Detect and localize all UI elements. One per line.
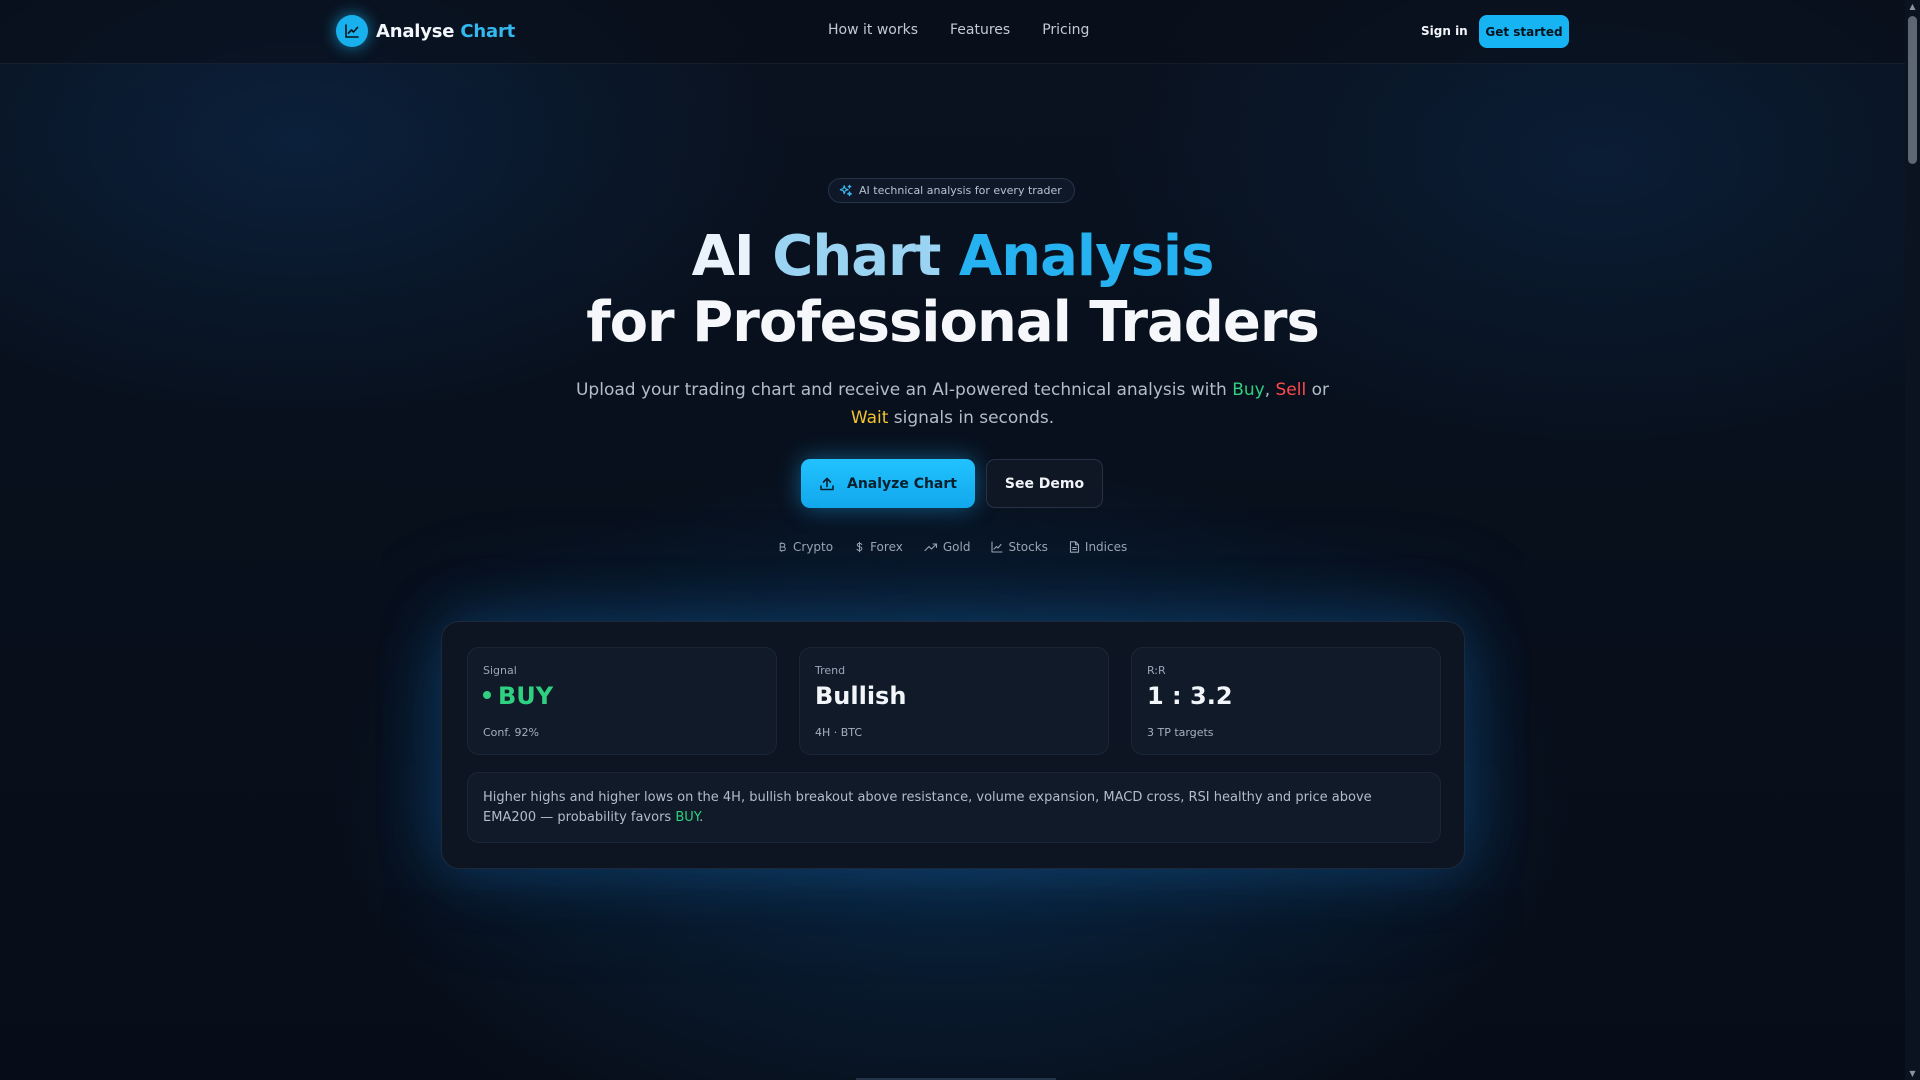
- hero-title-line2: for Professional Traders: [586, 290, 1320, 355]
- top-nav: Analyse Chart How it works Features Pric…: [0, 0, 1905, 64]
- analyze-chart-button[interactable]: Analyze Chart: [801, 459, 975, 508]
- nav-links: How it works Features Pricing: [828, 22, 1089, 38]
- nav-link-pricing[interactable]: Pricing: [1042, 22, 1089, 38]
- market-item-stocks: Stocks: [991, 540, 1048, 554]
- risk-reward-value: 1 : 3.2: [1147, 682, 1233, 710]
- chart-line-icon: [336, 15, 368, 47]
- trend-label: Trend: [815, 664, 846, 677]
- signal-tile: Signal BUY Conf. 92%: [467, 647, 777, 755]
- see-demo-label: See Demo: [1004, 475, 1085, 492]
- hero-title-line1: AI Chart Analysis: [691, 224, 1215, 289]
- analyze-chart-label: Analyze Chart: [847, 475, 957, 492]
- market-item-gold: Gold: [924, 540, 970, 554]
- hero-subtitle: Upload your trading chart and receive an…: [575, 380, 1329, 428]
- sparkles-icon: [839, 184, 852, 196]
- risk-reward-meta: 3 TP targets: [1147, 726, 1214, 739]
- nav-link-features[interactable]: Features: [950, 22, 1010, 38]
- scroll-up-arrow-icon[interactable]: ▲: [1908, 2, 1917, 11]
- chart-line-icon: [991, 541, 1003, 553]
- market-list: Crypto Forex Gold Stocks Indices: [777, 540, 1127, 554]
- signal-value: BUY: [483, 682, 553, 710]
- dollar-icon: [856, 541, 863, 553]
- scroll-thumb[interactable]: [1908, 16, 1917, 164]
- market-item-crypto: Crypto: [777, 540, 833, 554]
- market-item-indices: Indices: [1069, 540, 1127, 554]
- sign-in-link[interactable]: Sign in: [1421, 24, 1468, 38]
- trending-up-icon: [924, 543, 937, 552]
- analysis-summary: Higher highs and higher lows on the 4H, …: [467, 772, 1441, 843]
- risk-reward-tile: R:R 1 : 3.2 3 TP targets: [1131, 647, 1441, 755]
- nav-link-how-it-works[interactable]: How it works: [828, 22, 918, 38]
- hero-badge: AI technical analysis for every trader: [828, 178, 1075, 203]
- see-demo-button[interactable]: See Demo: [986, 459, 1103, 508]
- hero-badge-text: AI technical analysis for every trader: [859, 184, 1062, 197]
- analysis-preview-card: Signal BUY Conf. 92% Trend Bullish 4H · …: [441, 621, 1465, 869]
- status-dot: [483, 691, 491, 699]
- brand-logo-link[interactable]: Analyse Chart: [336, 15, 515, 47]
- signal-confidence: Conf. 92%: [483, 726, 539, 739]
- trend-tile: Trend Bullish 4H · BTC: [799, 647, 1109, 755]
- market-item-forex: Forex: [854, 540, 903, 554]
- document-icon: [1069, 541, 1079, 553]
- scroll-down-arrow-icon[interactable]: ▼: [1908, 1069, 1917, 1078]
- brand-name: Analyse Chart: [376, 20, 516, 42]
- upload-icon: [820, 477, 834, 490]
- page-scrollbar[interactable]: ▲ ▼: [1905, 0, 1920, 1080]
- get-started-button[interactable]: Get started: [1479, 15, 1569, 48]
- risk-reward-label: R:R: [1147, 664, 1166, 677]
- trend-meta: 4H · BTC: [815, 726, 863, 739]
- bitcoin-icon: [779, 542, 786, 552]
- signal-label: Signal: [483, 664, 517, 677]
- trend-value: Bullish: [815, 682, 907, 710]
